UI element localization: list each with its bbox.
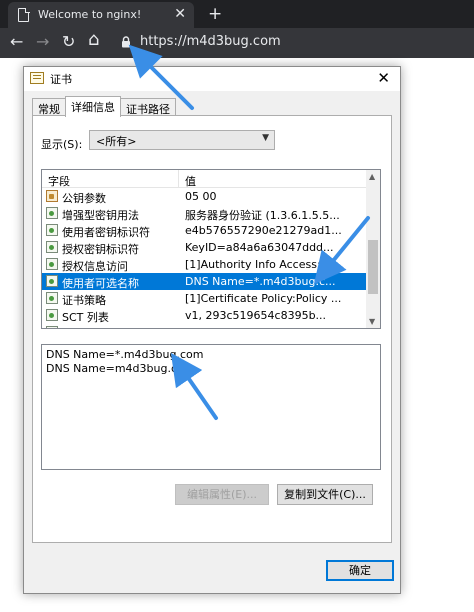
extension-icon [46,309,58,321]
tab-close-icon[interactable]: ✕ [174,6,186,22]
table-row[interactable]: SCT 列表 v1, 293c519654c8395b... [42,307,367,324]
column-header-field[interactable]: 字段 [48,173,70,189]
show-dropdown-value: <所有> [96,135,137,148]
row-field: 授权密钥标识符 [62,243,139,256]
forward-arrow-icon[interactable]: → [36,32,49,52]
table-row[interactable]: 使用者密钥标识符 e4b576557290e21279ad1... [42,222,367,239]
table-row[interactable]: 公钥参数 05 00 [42,188,367,205]
row-value: 05 00 [185,190,217,203]
address-bar[interactable]: https://m4d3bug.com [140,34,281,49]
edit-properties-button[interactable]: 编辑属性(E)... [175,484,269,505]
scroll-down-icon[interactable]: ▼ [369,317,375,326]
scroll-up-icon[interactable]: ▲ [369,172,375,181]
table-row[interactable]: 授权密钥标识符 KeyID=a84a6a63047ddd... [42,239,367,256]
certificate-dialog: 证书 ✕ 常规 详细信息 证书路径 显示(S): <所有> ▼ 字段 值 公钥参… [23,66,401,594]
detail-line: DNS Name=*.m4d3bug.com [46,348,204,361]
table-row[interactable]: 增强型密钥用法 服务器身份验证 (1.3.6.1.5.5... [42,205,367,222]
show-dropdown[interactable]: <所有> ▼ [89,130,275,150]
row-field: 授权信息访问 [62,260,128,273]
page-icon [18,7,30,22]
extension-icon [46,275,58,287]
tab-details[interactable]: 详细信息 [65,96,121,117]
show-label: 显示(S): [41,138,83,151]
scroll-thumb[interactable] [368,240,378,294]
list-header: 字段 值 [42,170,367,188]
extension-icon [46,258,58,270]
certificate-icon [30,72,44,84]
row-field: 使用者可选名称 [62,277,139,290]
row-value: DNS Name=*.m4d3bug.c... [185,275,336,288]
row-value: KeyID=a84a6a63047ddd... [185,241,334,254]
extension-icon [46,207,58,219]
key-icon [46,190,58,202]
row-field: SCT 列表 [62,311,109,324]
lock-icon[interactable] [121,36,131,48]
column-divider[interactable] [178,170,179,188]
table-row[interactable]: 使用者可选名称 DNS Name=*.m4d3bug.c... [42,273,367,290]
extension-icon [46,292,58,304]
browser-toolbar: ← → ↻ ⌂ https://m4d3bug.com [0,28,474,58]
row-field: 使用者密钥标识符 [62,226,150,239]
home-icon[interactable]: ⌂ [88,30,99,50]
row-value: [1]Authority Info Access: ... [185,258,335,271]
field-list[interactable]: 字段 值 公钥参数 05 00 增强型密钥用法 服务器身份验证 (1.3.6.1.5.… [41,169,381,329]
copy-to-file-button[interactable]: 复制到文件(C)... [277,484,373,505]
detail-textbox[interactable]: DNS Name=*.m4d3bug.com DNS Name=m4d3bug.… [41,344,381,470]
extension-icon [46,326,58,328]
tab-certification-path[interactable]: 证书路径 [120,98,176,116]
row-field: 公钥参数 [62,192,106,205]
extension-icon [46,241,58,253]
details-pane: 显示(S): <所有> ▼ 字段 值 公钥参数 05 00 增强型密钥用法 服务器身份… [32,115,392,543]
list-scrollbar[interactable]: ▲ ▼ [366,170,380,328]
dialog-titlebar[interactable]: 证书 ✕ [24,67,400,91]
extension-icon [46,224,58,236]
tab-title: Welcome to nginx! [38,8,142,21]
row-value: v1, 293c519654c8395b... [185,309,327,322]
row-field: 密钥用法 [62,326,106,328]
row-value: 服务器身份验证 (1.3.6.1.5.5... [185,209,340,222]
reload-icon[interactable]: ↻ [62,32,75,52]
back-arrow-icon[interactable]: ← [10,32,23,52]
row-field: 证书策略 [62,294,106,307]
table-row[interactable]: 证书策略 [1]Certificate Policy:Policy ... [42,290,367,307]
row-field: 增强型密钥用法 [62,209,139,222]
detail-line: DNS Name=m4d3bug.com [46,362,195,375]
row-value: Digital Signature, Key Enc... [185,326,367,328]
table-row[interactable]: 密钥用法 Digital Signature, Key Enc... [42,324,367,328]
dialog-close-icon[interactable]: ✕ [377,69,390,87]
browser-tab[interactable]: Welcome to nginx! ✕ [8,2,194,28]
new-tab-icon[interactable]: + [208,4,222,24]
dialog-title: 证书 [50,73,72,86]
row-value: [1]Certificate Policy:Policy ... [185,292,342,305]
tab-general[interactable]: 常规 [32,98,66,116]
ok-button[interactable]: 确定 [326,560,394,581]
table-row[interactable]: 授权信息访问 [1]Authority Info Access: ... [42,256,367,273]
browser-chrome: Welcome to nginx! ✕ + ← → ↻ ⌂ https://m4… [0,0,474,58]
row-value: e4b576557290e21279ad1... [185,224,342,237]
list-rows: 公钥参数 05 00 增强型密钥用法 服务器身份验证 (1.3.6.1.5.5... 使… [42,188,367,328]
chevron-down-icon: ▼ [262,133,269,143]
column-header-value[interactable]: 值 [185,173,196,189]
